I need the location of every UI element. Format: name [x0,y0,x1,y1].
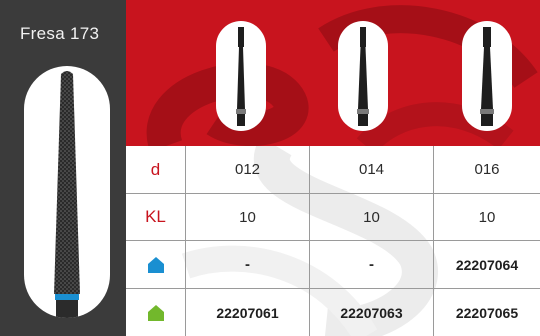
table-cell: 012 [186,146,310,194]
bur-thumbnail-014 [338,21,388,131]
product-title: Fresa 173 [20,24,100,43]
table-cell: - [310,241,434,289]
table-cell: 22207064 [434,241,540,289]
table-cell: 10 [434,194,540,241]
table-cell: 10 [186,194,310,241]
product-image-frame [24,66,110,318]
table-cell: - [186,241,310,289]
bur-image [54,71,80,318]
bur-thumbnail-016 [462,21,512,131]
header-banner [126,0,540,146]
spec-table: d 012 014 016 KL 10 10 10 - - 22207064 2… [126,146,540,336]
table-cell: 014 [310,146,434,194]
row-label-kl: KL [126,194,186,241]
blue-house-icon [126,241,186,289]
table-cell: 10 [310,194,434,241]
product-sidebar: Fresa 173 [0,0,126,336]
row-label-d: d [126,146,186,194]
bur-thumbnail-012 [216,21,266,131]
table-cell: 016 [434,146,540,194]
